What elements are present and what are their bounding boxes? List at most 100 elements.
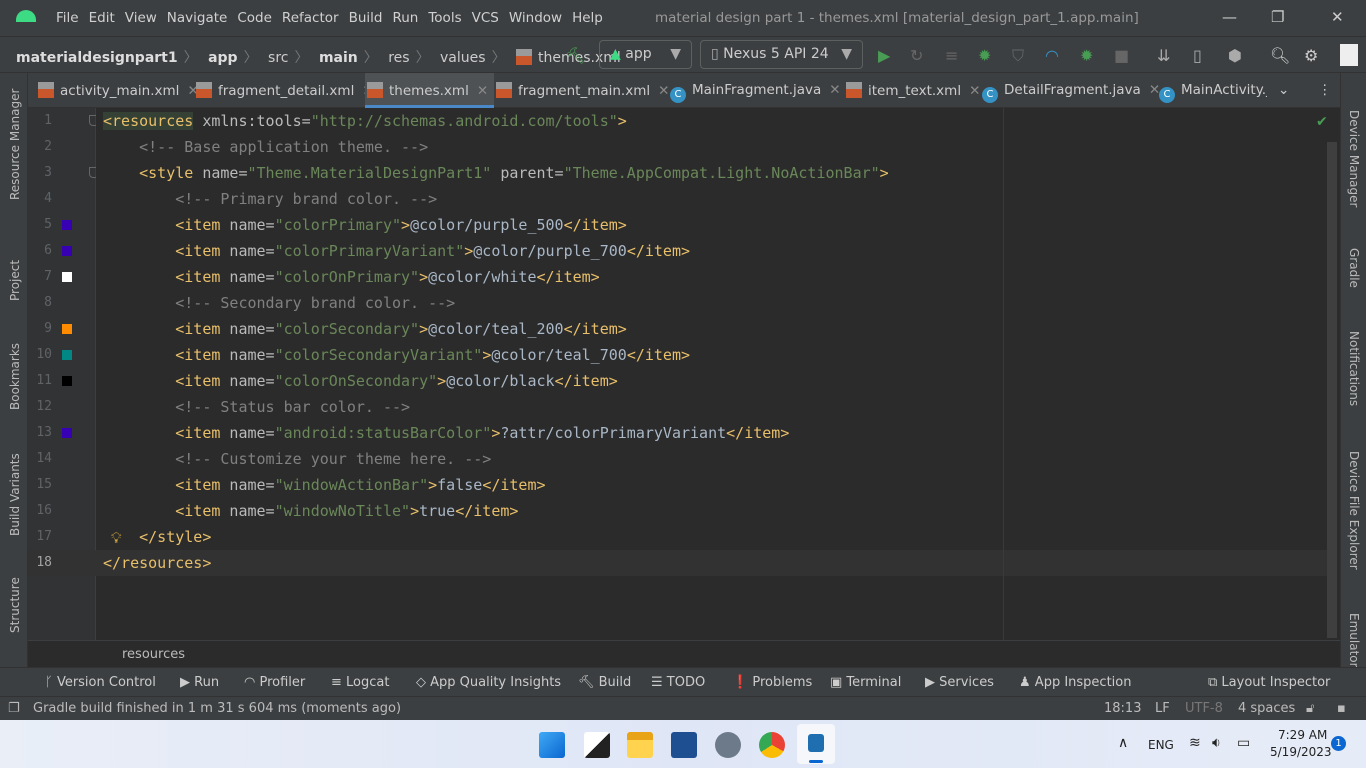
close-tab-icon[interactable]: ✕ [829,82,840,98]
crumb-src[interactable]: src [268,50,288,66]
apply-code-changes-icon[interactable]: ≡ [945,46,958,65]
tab-activity-main-xml[interactable]: activity_main.xml ✕ [36,73,199,108]
menu-navigate[interactable]: Navigate [167,10,228,26]
menu-vcs[interactable]: VCS [472,10,499,26]
menu-file[interactable]: File [56,10,79,26]
code-line[interactable]: <item name="colorOnSecondary">@color/bla… [103,368,618,394]
tool-notifications[interactable]: Notifications [1347,331,1361,406]
tool-window-app-quality-insights[interactable]: ◇ App Quality Insights [416,675,561,690]
tool-window-version-control[interactable]: ᚴ Version Control [45,675,156,690]
search-icon[interactable]: 🔍︎ [1270,46,1290,65]
code-line[interactable]: <!-- Secondary brand color. --> [103,290,455,316]
close-tab-icon[interactable]: ✕ [969,83,980,99]
editor-breadcrumb[interactable]: resources [122,647,185,662]
clock-time[interactable]: 7:29 AM [1278,728,1327,742]
tab-fragment-detail-xml[interactable]: fragment_detail.xml✕ [194,73,374,108]
coverage-icon[interactable]: ⛉ [1012,46,1024,66]
menu-run[interactable]: Run [392,10,418,26]
menu-refactor[interactable]: Refactor [282,10,339,26]
crumb-project[interactable]: materialdesignpart1 [16,50,178,66]
color-swatch-icon[interactable] [62,220,72,230]
lock-icon[interactable]: 🔓︎ [1306,701,1314,716]
tool-bookmarks[interactable]: Bookmarks [8,343,22,410]
tab-fragment-main-xml[interactable]: fragment_main.xml ✕ [494,73,669,108]
wifi-icon[interactable]: ≋ [1189,735,1201,751]
code-line[interactable]: <item name="colorPrimaryVariant">@color/… [103,238,690,264]
sdk-manager-icon[interactable]: ⬢ [1228,46,1242,65]
tabs-more-icon[interactable]: ⋮ [1318,73,1332,108]
clock-date[interactable]: 5/19/2023 [1270,745,1332,759]
tool-window-logcat[interactable]: ≡ Logcat [331,675,389,690]
volume-icon[interactable]: 🔉︎ [1212,735,1221,751]
tool-window-terminal[interactable]: ▣ Terminal [830,675,901,690]
code-line[interactable]: <resources xmlns:tools="http://schemas.a… [103,108,627,134]
menu-help[interactable]: Help [572,10,603,26]
debug-icon[interactable]: ✹ [978,46,991,65]
tool-gradle[interactable]: Gradle [1347,248,1361,288]
code-line[interactable]: <item name="android:statusBarColor">?att… [103,420,789,446]
run-icon[interactable]: ▶ [878,46,890,65]
input-language[interactable]: ENG [1148,738,1174,752]
gear-icon[interactable]: ⚙ [1304,46,1318,65]
crumb-values[interactable]: values [440,50,486,66]
show-hidden-icons[interactable]: ∧ [1118,735,1128,751]
android-studio-taskbar-button[interactable] [797,724,835,764]
code-line[interactable]: <item name="colorPrimary">@color/purple_… [103,212,627,238]
editor-scrollbar[interactable] [1327,142,1337,638]
microsoft-store-icon[interactable] [671,732,697,758]
code-line[interactable]: <item name="colorOnPrimary">@color/white… [103,264,599,290]
notification-badge[interactable]: 1 [1331,736,1346,751]
code-line[interactable]: <!-- Primary brand color. --> [103,186,437,212]
apply-changes-icon[interactable]: ↻ [910,46,923,65]
tab-themes-xml[interactable]: themes.xml ✕ [365,73,494,108]
crumb-main[interactable]: main [319,50,358,66]
avatar[interactable] [1340,44,1358,66]
code-line[interactable]: <!-- Base application theme. --> [103,134,428,160]
sync-gradle-icon[interactable]: ⇊ [1157,46,1170,65]
tool-window-build[interactable]: 🔨︎ Build [578,675,631,690]
color-swatch-icon[interactable] [62,376,72,386]
stop-icon[interactable]: ■ [1114,46,1129,65]
close-tab-icon[interactable]: ✕ [477,83,488,99]
code-line[interactable]: <item name="colorSecondary">@color/teal_… [103,316,627,342]
status-message[interactable]: Gradle build finished in 1 m 31 s 604 ms… [33,701,401,716]
color-swatch-icon[interactable] [62,324,72,334]
file-encoding[interactable]: UTF-8 [1185,701,1223,716]
battery-icon[interactable]: ▭ [1237,735,1250,751]
color-swatch-icon[interactable] [62,428,72,438]
tabs-overflow-chevron-icon[interactable]: ⌄ [1278,73,1289,108]
code-line[interactable]: <!-- Customize your theme here. --> [103,446,491,472]
tool-device-manager[interactable]: Device Manager [1347,110,1361,207]
code-line[interactable]: </style> [103,524,211,550]
tool-window-run[interactable]: ▶ Run [180,675,219,690]
start-icon[interactable] [539,732,565,758]
chrome-icon[interactable] [759,732,785,758]
code-editor[interactable]: ✔ 💡︎ <resources xmlns:tools="http://sche… [96,108,1340,640]
tool-build-variants[interactable]: Build Variants [8,453,22,536]
close-button[interactable]: ✕ [1331,8,1344,26]
menu-view[interactable]: View [125,10,157,26]
menu-tools[interactable]: Tools [428,10,461,26]
code-line[interactable]: <style name="Theme.MaterialDesignPart1" … [103,160,889,186]
device-manager-icon[interactable]: ▯ [1193,46,1202,65]
tool-window-services[interactable]: ▶ Services [925,675,994,690]
color-swatch-icon[interactable] [62,246,72,256]
tool-window-profiler[interactable]: ◠ Profiler [244,675,305,690]
indent-setting[interactable]: 4 spaces [1238,701,1295,716]
code-line[interactable]: <item name="windowActionBar">false</item… [103,472,545,498]
settings-icon[interactable] [715,732,741,758]
menu-code[interactable]: Code [237,10,272,26]
tool-resource-manager[interactable]: Resource Manager [8,89,22,200]
crumb-app[interactable]: app [208,50,238,66]
line-ending[interactable]: LF [1155,701,1170,716]
build-hammer-icon[interactable]: 🔨︎ [565,46,585,65]
status-toggle-icon[interactable]: ❐ [8,701,20,716]
code-line[interactable]: <item name="windowNoTitle">true</item> [103,498,518,524]
profiler-icon[interactable]: ◠ [1045,46,1059,65]
tab-mainactivity-java[interactable]: C MainActivity.java [1157,73,1267,108]
tab-detailfragment-java[interactable]: C DetailFragment.java ✕ [980,73,1160,108]
maximize-button[interactable]: ❐ [1271,8,1284,26]
color-swatch-icon[interactable] [62,272,72,282]
task-view-icon[interactable] [584,732,610,758]
tool-window-layout-inspector[interactable]: ⧉ Layout Inspector [1208,675,1330,690]
